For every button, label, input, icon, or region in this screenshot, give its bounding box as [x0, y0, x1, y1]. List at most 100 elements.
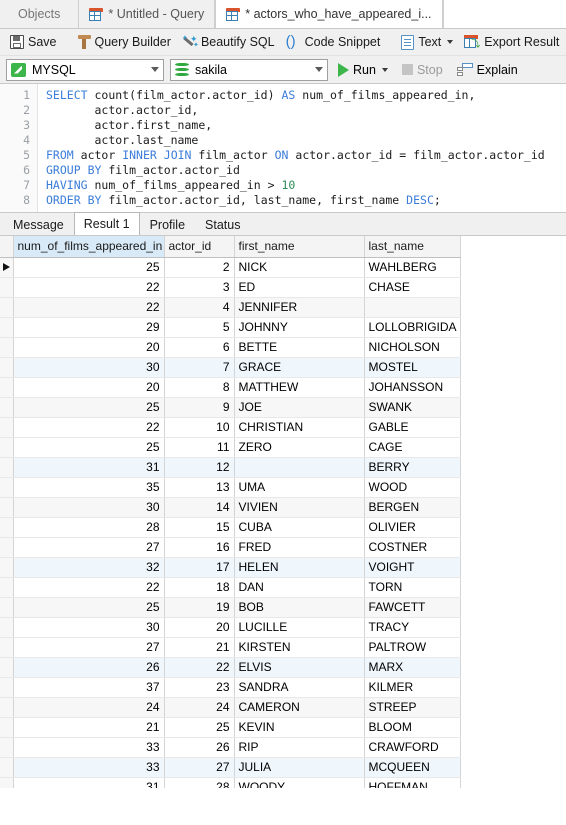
row-header-cell[interactable]	[0, 317, 14, 338]
table-cell[interactable]: 32	[13, 557, 165, 578]
beautify-sql-button[interactable]: ✦ ✦ ✦ Beautify SQL	[178, 31, 282, 54]
row-header-cell[interactable]	[0, 617, 14, 638]
table-cell[interactable]: 33	[13, 757, 165, 778]
sql-editor[interactable]: 1 2 3 4 5 6 7 8 SELECT count(film_actor.…	[0, 84, 566, 212]
table-cell[interactable]: 13	[164, 477, 235, 498]
table-cell[interactable]: OLIVIER	[364, 517, 461, 538]
table-cell[interactable]: NICK	[234, 257, 365, 278]
tab-message[interactable]: Message	[3, 214, 74, 235]
table-cell[interactable]: 11	[164, 437, 235, 458]
row-header-cell[interactable]	[0, 277, 14, 298]
table-cell[interactable]: 30	[13, 497, 165, 518]
row-header-cell[interactable]	[0, 377, 14, 398]
query-builder-button[interactable]: Query Builder	[74, 31, 178, 54]
table-row[interactable]: 21 25 KEVIN BLOOM	[0, 717, 461, 738]
table-cell[interactable]: 22	[13, 277, 165, 298]
table-row[interactable]: 22 18 DAN TORN	[0, 577, 461, 598]
tab-status[interactable]: Status	[195, 214, 251, 235]
table-cell[interactable]: 10	[164, 417, 235, 438]
text-view-button[interactable]: Text	[397, 31, 460, 54]
table-cell[interactable]: CRAWFORD	[364, 737, 461, 758]
table-cell[interactable]: 24	[164, 697, 235, 718]
row-header-cell[interactable]	[0, 717, 14, 738]
table-cell[interactable]: 27	[13, 537, 165, 558]
table-cell[interactable]: 3	[164, 277, 235, 298]
table-cell[interactable]: CAGE	[364, 437, 461, 458]
table-cell[interactable]: 7	[164, 357, 235, 378]
table-cell[interactable]: 26	[13, 657, 165, 678]
table-cell[interactable]: LOLLOBRIGIDA	[364, 317, 461, 338]
table-row[interactable]: 25 11 ZERO CAGE	[0, 437, 461, 458]
table-cell[interactable]: BERGEN	[364, 497, 461, 518]
row-header-cell[interactable]	[0, 577, 14, 598]
table-cell[interactable]: 37	[13, 677, 165, 698]
row-header-cell[interactable]	[0, 397, 14, 418]
table-cell[interactable]: 20	[13, 337, 165, 358]
explain-button[interactable]: Explain	[453, 63, 522, 77]
table-cell[interactable]: JENNIFER	[234, 297, 365, 318]
connection-select[interactable]: MYSQL	[6, 58, 164, 81]
table-cell[interactable]: ELVIS	[234, 657, 365, 678]
table-cell[interactable]: VOIGHT	[364, 557, 461, 578]
table-row[interactable]: 30 7 GRACE MOSTEL	[0, 357, 461, 378]
table-cell[interactable]: DAN	[234, 577, 365, 598]
table-cell[interactable]: 9	[164, 397, 235, 418]
code-snippet-button[interactable]: () Code Snippet	[282, 31, 388, 54]
table-cell[interactable]: STREEP	[364, 697, 461, 718]
table-cell[interactable]: 28	[164, 777, 235, 788]
chevron-down-icon[interactable]	[447, 40, 454, 44]
table-row[interactable]: 33 26 RIP CRAWFORD	[0, 737, 461, 758]
table-row[interactable]: 30 20 LUCILLE TRACY	[0, 617, 461, 638]
table-cell[interactable]: BETTE	[234, 337, 365, 358]
row-header-cell[interactable]	[0, 517, 14, 538]
table-row[interactable]: 20 6 BETTE NICHOLSON	[0, 337, 461, 358]
chevron-down-icon[interactable]	[315, 67, 323, 72]
table-row[interactable]: 30 14 VIVIEN BERGEN	[0, 497, 461, 518]
table-cell[interactable]: 12	[164, 457, 235, 478]
table-cell[interactable]: 27	[13, 637, 165, 658]
table-cell[interactable]: 30	[13, 357, 165, 378]
table-cell[interactable]: HOFFMAN	[364, 777, 461, 788]
column-header-first-name[interactable]: first_name	[234, 236, 365, 258]
row-header-cell[interactable]	[0, 497, 14, 518]
table-cell[interactable]: KILMER	[364, 677, 461, 698]
table-cell[interactable]: 29	[13, 317, 165, 338]
table-cell[interactable]: 21	[13, 717, 165, 738]
table-cell[interactable]: 28	[13, 517, 165, 538]
row-header-cell[interactable]	[0, 457, 14, 478]
table-cell[interactable]: 22	[13, 417, 165, 438]
table-cell[interactable]: PALTROW	[364, 637, 461, 658]
table-cell[interactable]: 6	[164, 337, 235, 358]
save-button[interactable]: Save	[6, 31, 64, 54]
row-header-cell[interactable]	[0, 597, 14, 618]
table-cell[interactable]: JULIA	[234, 757, 365, 778]
table-cell[interactable]: JOHANSSON	[364, 377, 461, 398]
chevron-down-icon[interactable]	[151, 67, 159, 72]
table-cell[interactable]: FRED	[234, 537, 365, 558]
row-header-cell[interactable]	[0, 477, 14, 498]
table-cell[interactable]: 35	[13, 477, 165, 498]
table-cell[interactable]: ZERO	[234, 437, 365, 458]
table-cell[interactable]: 26	[164, 737, 235, 758]
table-row[interactable]: 33 27 JULIA MCQUEEN	[0, 757, 461, 778]
table-cell[interactable]: WOODY	[234, 777, 365, 788]
row-header-cell[interactable]	[0, 257, 14, 278]
tab-untitled-query[interactable]: * Untitled - Query	[79, 0, 216, 28]
table-cell[interactable]: NICHOLSON	[364, 337, 461, 358]
table-cell[interactable]: CAMERON	[234, 697, 365, 718]
table-cell[interactable]: 31	[13, 777, 165, 788]
table-cell[interactable]: MCQUEEN	[364, 757, 461, 778]
table-cell[interactable]: 24	[13, 697, 165, 718]
table-cell[interactable]: 16	[164, 537, 235, 558]
table-row[interactable]: 28 15 CUBA OLIVIER	[0, 517, 461, 538]
table-cell[interactable]: GABLE	[364, 417, 461, 438]
table-cell[interactable]: SANDRA	[234, 677, 365, 698]
tab-actors-query[interactable]: * actors_who_have_appeared_i...	[215, 0, 443, 28]
table-cell[interactable]: LUCILLE	[234, 617, 365, 638]
table-cell[interactable]: BERRY	[364, 457, 461, 478]
table-cell[interactable]: KIRSTEN	[234, 637, 365, 658]
table-cell[interactable]: MARX	[364, 657, 461, 678]
table-cell[interactable]: 4	[164, 297, 235, 318]
table-cell[interactable]: GRACE	[234, 357, 365, 378]
row-header-cell[interactable]	[0, 757, 14, 778]
